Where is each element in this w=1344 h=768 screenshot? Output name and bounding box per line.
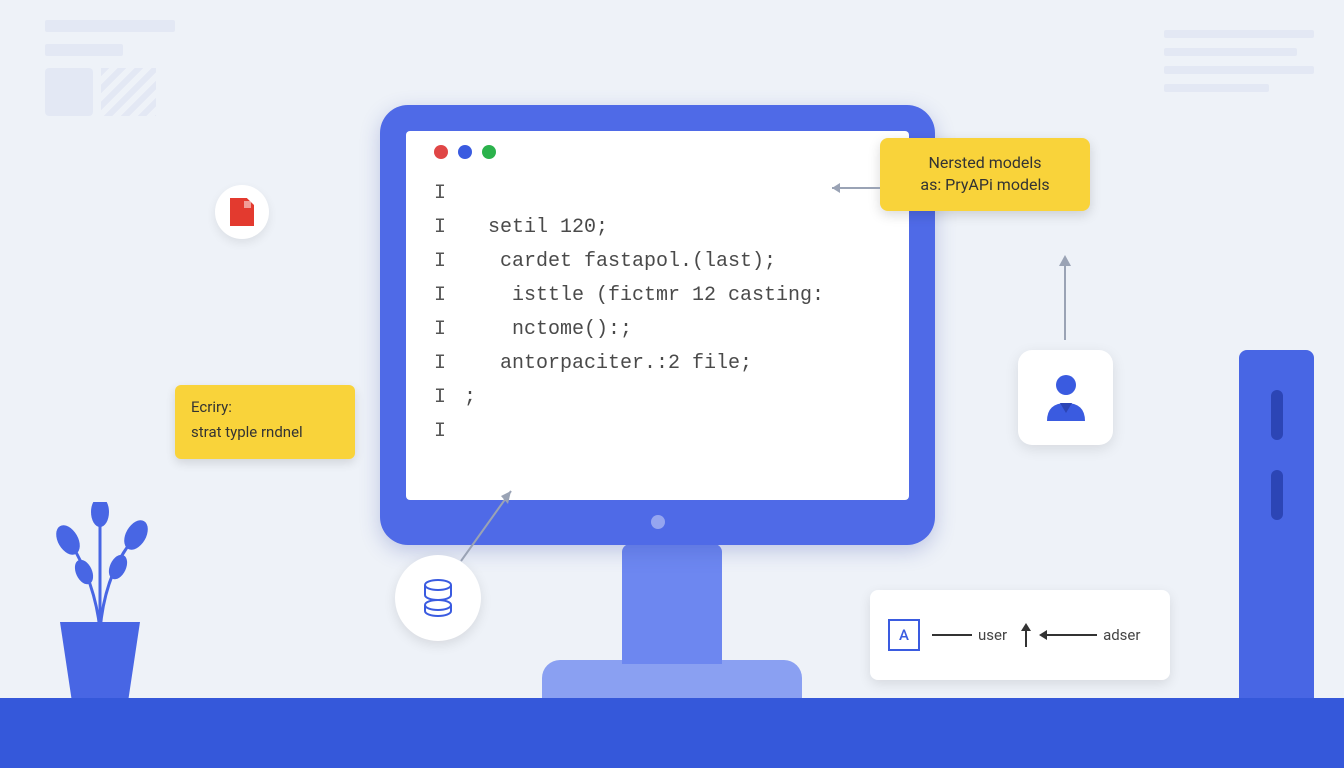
bg-placeholder-right [1144,20,1334,160]
monitor-power-icon [651,515,665,529]
note-left-title: Ecriry: [191,397,339,418]
monitor-neck [622,544,722,664]
arrow-up-icon [1019,621,1033,649]
relation-label-1: user [978,626,1007,644]
note-right-line1: Nersted models [898,152,1072,174]
annotation-note-right: Nersted models as: PryAPi models [880,138,1090,211]
person-icon [1041,371,1091,425]
zoom-dot-icon [482,145,496,159]
arrow-icon [822,178,882,198]
plant-decor [40,502,160,702]
close-dot-icon [434,145,448,159]
note-left-body: strat typle rndnel [191,422,339,443]
user-card [1018,350,1113,445]
annotation-note-left: Ecriry: strat typle rndnel [175,385,355,459]
relation-diagram: A user adser [870,590,1170,680]
arrow-icon [456,476,526,566]
note-right-line2: as: PryAPi models [898,174,1072,196]
minimize-dot-icon [458,145,472,159]
bg-placeholder-left [45,20,175,160]
entity-box: A [888,619,920,651]
arrow-up-icon [1055,250,1075,345]
database-icon [395,555,481,641]
window-traffic-lights [434,145,881,159]
desk-surface [0,698,1344,768]
speaker-tower [1239,350,1314,700]
code-block: I I setil 120; I cardet fastapol.(last);… [434,177,881,449]
plant-pot [60,622,140,702]
relation-label-2: adser [1103,626,1140,644]
document-icon [215,185,269,239]
